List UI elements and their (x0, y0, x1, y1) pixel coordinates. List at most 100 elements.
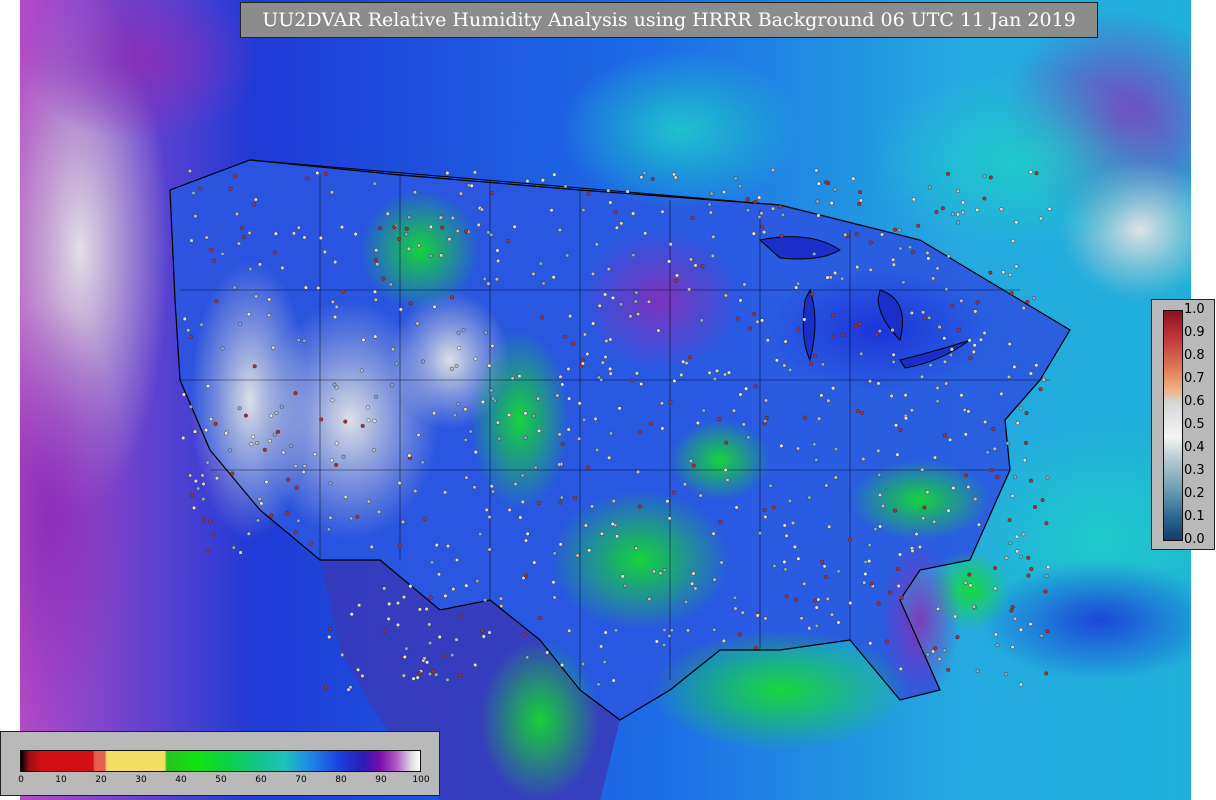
station-dot (186, 328, 191, 333)
station-dot (316, 286, 321, 291)
station-dot (428, 672, 433, 677)
station-dot (1004, 556, 1009, 561)
station-dot (191, 191, 196, 196)
humidity-map[interactable] (20, 0, 1191, 800)
station-dot (440, 225, 445, 230)
station-dot (817, 416, 822, 421)
station-dot (1011, 239, 1016, 244)
station-dot (910, 548, 915, 553)
station-dot (827, 524, 832, 529)
station-dot (718, 519, 723, 524)
station-dot (908, 245, 913, 250)
station-dot (722, 189, 727, 194)
station-dot (489, 484, 494, 489)
station-dot (510, 376, 515, 381)
station-dot (205, 460, 210, 465)
station-dot (995, 475, 1000, 480)
station-dot (909, 311, 914, 316)
station-dot (891, 257, 896, 262)
station-dot (891, 352, 896, 357)
station-dot (894, 423, 899, 428)
station-dot (642, 170, 647, 175)
station-dot (255, 441, 260, 446)
station-dot (878, 493, 883, 498)
station-dot (971, 349, 976, 354)
station-dot (296, 338, 301, 343)
station-dot (349, 516, 354, 521)
station-dot (355, 514, 360, 519)
station-dot (430, 560, 435, 565)
station-dot (859, 410, 864, 415)
station-dot (1012, 364, 1017, 369)
missouri-green (670, 420, 770, 500)
station-dot (831, 386, 836, 391)
station-dot (826, 398, 831, 403)
station-dot (802, 317, 807, 322)
station-dot (246, 531, 251, 536)
station-dot (734, 505, 739, 510)
station-dot (401, 519, 406, 524)
station-dot (738, 298, 743, 303)
station-dot (343, 419, 348, 424)
value-tick: 0.3 (1184, 463, 1205, 478)
station-dot (855, 265, 860, 270)
station-dot (361, 337, 366, 342)
station-dot (523, 411, 528, 416)
station-dot (236, 241, 241, 246)
station-dot (671, 490, 676, 495)
station-dot (738, 392, 743, 397)
station-dot (610, 522, 615, 527)
station-dot (416, 243, 421, 248)
station-dot (432, 304, 437, 309)
station-dot (281, 450, 286, 455)
station-dot (814, 457, 819, 462)
station-dot (484, 507, 489, 512)
station-dot (638, 430, 643, 435)
station-dot (427, 622, 432, 627)
station-dot (1013, 475, 1018, 480)
station-dot (966, 485, 971, 490)
station-dot (1026, 573, 1031, 578)
station-dot (667, 259, 672, 264)
station-dot (611, 499, 616, 504)
station-dot (944, 287, 949, 292)
station-dot (1024, 440, 1029, 445)
station-dot (413, 489, 418, 494)
station-dot (960, 210, 965, 215)
station-dot (723, 293, 728, 298)
station-dot (623, 583, 628, 588)
station-dot (719, 560, 724, 565)
station-dot (868, 267, 873, 272)
station-dot (192, 429, 197, 434)
station-dot (499, 596, 504, 601)
station-dot (189, 493, 194, 498)
station-dot (708, 210, 713, 215)
station-dot (329, 190, 334, 195)
station-dot (398, 307, 403, 312)
station-dot (551, 275, 556, 280)
station-dot (201, 482, 206, 487)
station-dot (691, 571, 696, 576)
station-dot (394, 361, 399, 366)
rh-colorbar-strip (20, 750, 421, 772)
station-dot (896, 584, 901, 589)
station-dot (238, 550, 243, 555)
station-dot (668, 242, 673, 247)
station-dot (712, 627, 717, 632)
station-dot (911, 197, 916, 202)
station-dot (600, 360, 605, 365)
station-dot (807, 626, 812, 631)
map-canvas (20, 0, 1191, 800)
station-dot (237, 406, 242, 411)
station-dot (487, 630, 492, 635)
station-dot (753, 645, 758, 650)
station-dot (1021, 532, 1026, 537)
station-dot (857, 322, 862, 327)
station-dot (755, 613, 760, 618)
station-dot (359, 368, 364, 373)
station-dot (1010, 645, 1015, 650)
station-dot (390, 347, 395, 352)
station-dot (630, 378, 635, 383)
station-dot (558, 542, 563, 547)
station-dot (407, 453, 412, 458)
